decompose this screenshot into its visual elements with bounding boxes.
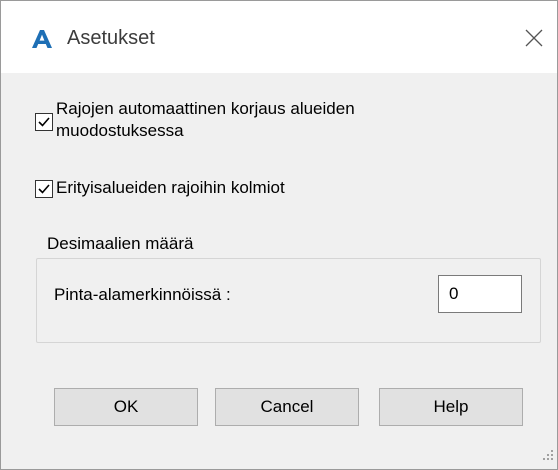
close-button[interactable]: [511, 15, 557, 61]
close-icon: [525, 29, 543, 47]
settings-dialog: Asetukset Rajojen automaattinen korjaus …: [0, 0, 558, 470]
auto-fix-boundaries-option[interactable]: Rajojen automaattinen korjaus alueiden m…: [35, 98, 355, 142]
help-button[interactable]: Help: [379, 388, 523, 426]
resize-grip-icon[interactable]: [542, 448, 554, 466]
title-bar: Asetukset: [1, 1, 557, 73]
ok-button[interactable]: OK: [54, 388, 198, 426]
decimals-group-title: Desimaalien määrä: [44, 234, 197, 254]
auto-fix-boundaries-checkbox[interactable]: [35, 113, 53, 131]
special-area-triangles-option[interactable]: Erityisalueiden rajoihin kolmiot: [35, 177, 285, 199]
area-label-decimals-input[interactable]: [438, 275, 522, 313]
window-title: Asetukset: [67, 27, 155, 49]
area-label-decimals-label: Pinta-alamerkinnöissä :: [54, 285, 231, 304]
special-area-triangles-checkbox[interactable]: [35, 180, 53, 198]
cancel-button[interactable]: Cancel: [215, 388, 359, 426]
checkmark-icon: [38, 184, 50, 194]
checkmark-icon: [38, 117, 50, 127]
special-area-triangles-label: Erityisalueiden rajoihin kolmiot: [56, 178, 285, 197]
autocad-a-icon: [31, 29, 53, 49]
auto-fix-boundaries-label: Rajojen automaattinen korjaus alueiden m…: [56, 99, 355, 140]
